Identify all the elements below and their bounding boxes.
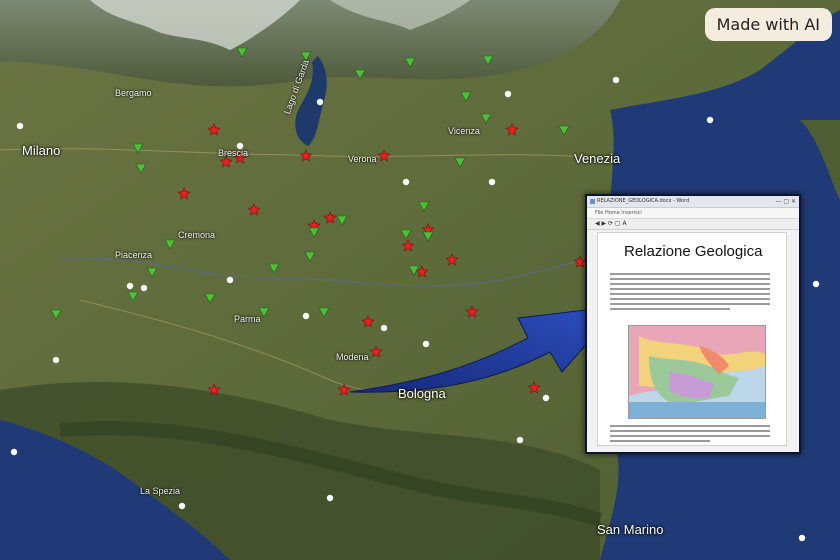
white-circle-marker[interactable] — [178, 502, 186, 510]
city-label-san-marino: San Marino — [597, 522, 664, 537]
popup-titlebar[interactable]: RELAZIONE_GEOLOGICA.docx - Word — ▢ ✕ — [587, 196, 799, 208]
made-with-ai-badge: Made with AI — [704, 8, 832, 41]
city-label-piacenza: Piacenza — [115, 250, 153, 260]
white-circle-marker[interactable] — [542, 394, 550, 402]
white-circle-marker[interactable] — [140, 284, 148, 292]
white-circle-marker[interactable] — [16, 122, 24, 130]
popup-window-title: RELAZIONE_GEOLOGICA.docx - Word — [597, 198, 690, 204]
white-circle-marker[interactable] — [706, 116, 714, 124]
white-circle-marker[interactable] — [126, 282, 134, 290]
white-circle-marker[interactable] — [226, 276, 234, 284]
white-circle-marker[interactable] — [504, 90, 512, 98]
white-circle-marker[interactable] — [812, 280, 820, 288]
white-circle-marker[interactable] — [302, 312, 310, 320]
city-label-bergamo: Bergamo — [115, 88, 152, 98]
city-label-vicenza: Vicenza — [448, 126, 480, 136]
white-circle-marker[interactable] — [316, 98, 324, 106]
white-circle-marker[interactable] — [52, 356, 60, 364]
white-circle-marker[interactable] — [422, 340, 430, 348]
popup-toolbar-icons[interactable]: ◀ ▶ ⟳ ▢ A — [587, 219, 799, 230]
white-circle-marker[interactable] — [612, 76, 620, 84]
city-label-milano: Milano — [22, 143, 61, 158]
city-label-venezia: Venezia — [574, 151, 621, 166]
window-controls[interactable]: — ▢ ✕ — [775, 196, 796, 207]
white-circle-marker[interactable] — [402, 178, 410, 186]
city-label-la-spezia: La Spezia — [140, 486, 181, 496]
word-app-icon — [590, 199, 595, 204]
white-circle-marker[interactable] — [380, 324, 388, 332]
city-label-bologna: Bologna — [398, 386, 446, 401]
city-label-brescia: Brescia — [218, 148, 249, 158]
white-circle-marker[interactable] — [798, 534, 806, 542]
white-circle-marker[interactable] — [326, 494, 334, 502]
white-circle-marker[interactable] — [516, 436, 524, 444]
popup-ribbon[interactable]: File Home Inserisci — [587, 208, 799, 219]
white-circle-marker[interactable] — [488, 178, 496, 186]
doc-title: Relazione Geologica — [624, 243, 763, 260]
white-circle-marker[interactable] — [10, 448, 18, 456]
city-label-modena: Modena — [336, 352, 369, 362]
toolbar-icons[interactable]: ◀ ▶ ⟳ ▢ A — [595, 220, 627, 227]
doc-text-block-2 — [610, 425, 770, 445]
document-page: Relazione Geologica — [597, 232, 787, 446]
document-popup-window[interactable]: RELAZIONE_GEOLOGICA.docx - Word — ▢ ✕ Fi… — [585, 194, 801, 454]
city-label-cremona: Cremona — [178, 230, 216, 240]
city-label-parma: Parma — [234, 314, 261, 324]
city-label-verona: Verona — [348, 154, 377, 164]
ribbon-menu[interactable]: File Home Inserisci — [595, 210, 642, 216]
doc-geological-map — [628, 325, 766, 419]
doc-text-block-1 — [610, 273, 770, 313]
